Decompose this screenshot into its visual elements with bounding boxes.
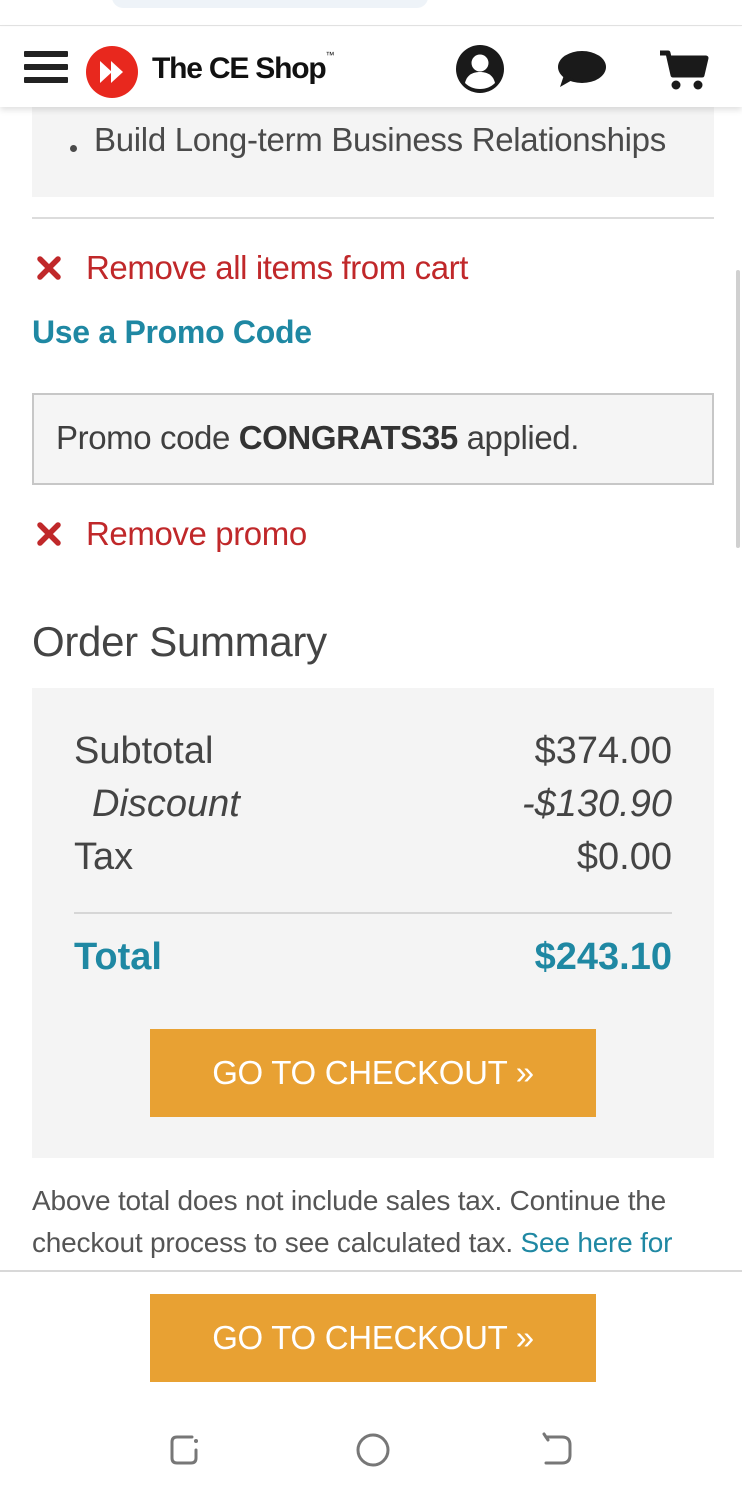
divider bbox=[32, 217, 714, 219]
back-icon[interactable] bbox=[536, 1428, 580, 1472]
subtotal-label: Subtotal bbox=[74, 730, 214, 772]
home-icon[interactable] bbox=[351, 1428, 395, 1472]
tax-label: Tax bbox=[74, 836, 134, 878]
url-bar-fragment bbox=[112, 0, 428, 8]
tax-value: $0.00 bbox=[576, 836, 672, 878]
bullet-dot bbox=[70, 145, 77, 152]
remove-promo-label: Remove promo bbox=[86, 515, 307, 552]
summary-divider bbox=[74, 912, 672, 914]
subtotal-value: $374.00 bbox=[534, 730, 672, 772]
cart-icon[interactable] bbox=[656, 41, 712, 97]
discount-label: Discount bbox=[92, 783, 240, 825]
cart-item-details: Build Long-term Business Relationships bbox=[32, 107, 714, 197]
tax-row: Tax $0.00 bbox=[74, 836, 672, 882]
tax-note: Above total does not include sales tax. … bbox=[32, 1180, 714, 1264]
order-summary-title: Order Summary bbox=[32, 618, 327, 665]
close-icon bbox=[34, 253, 64, 283]
logo-play-icon[interactable] bbox=[86, 46, 138, 98]
remove-all-button[interactable]: Remove all items from cart bbox=[34, 248, 468, 288]
sticky-checkout-button[interactable]: GO TO CHECKOUT » bbox=[150, 1294, 596, 1382]
trademark-mark: ™ bbox=[325, 50, 335, 60]
bullet-item: Build Long-term Business Relationships bbox=[94, 121, 666, 158]
total-value: $243.10 bbox=[534, 936, 672, 978]
total-label: Total bbox=[74, 936, 162, 978]
see-here-link[interactable]: See here for bbox=[521, 1227, 673, 1258]
remove-promo-button[interactable]: Remove promo bbox=[34, 514, 307, 554]
promo-status-message: Promo code CONGRATS35 applied. bbox=[56, 419, 579, 456]
account-icon[interactable] bbox=[452, 41, 508, 97]
discount-row: Discount -$130.90 bbox=[74, 783, 672, 829]
checkout-button[interactable]: GO TO CHECKOUT » bbox=[150, 1029, 596, 1117]
promo-code-value: CONGRATS35 bbox=[238, 419, 458, 456]
use-promo-code-link[interactable]: Use a Promo Code bbox=[32, 314, 312, 351]
total-row: Total $243.10 bbox=[74, 936, 672, 982]
recent-apps-icon[interactable] bbox=[164, 1428, 208, 1472]
menu-icon[interactable] bbox=[24, 51, 68, 87]
brand-name[interactable]: The CE Shop™ bbox=[152, 50, 335, 86]
close-icon bbox=[34, 519, 64, 549]
promo-status-box: Promo code CONGRATS35 applied. bbox=[32, 393, 714, 485]
status-strip bbox=[0, 0, 742, 26]
subtotal-row: Subtotal $374.00 bbox=[74, 730, 672, 776]
remove-all-label: Remove all items from cart bbox=[86, 249, 469, 286]
scrollbar[interactable] bbox=[736, 270, 740, 548]
order-summary-panel: Subtotal $374.00 Discount -$130.90 Tax $… bbox=[32, 688, 714, 1158]
discount-value: -$130.90 bbox=[521, 783, 672, 825]
chat-icon[interactable] bbox=[554, 41, 610, 97]
site-header: The CE Shop™ bbox=[0, 27, 742, 107]
